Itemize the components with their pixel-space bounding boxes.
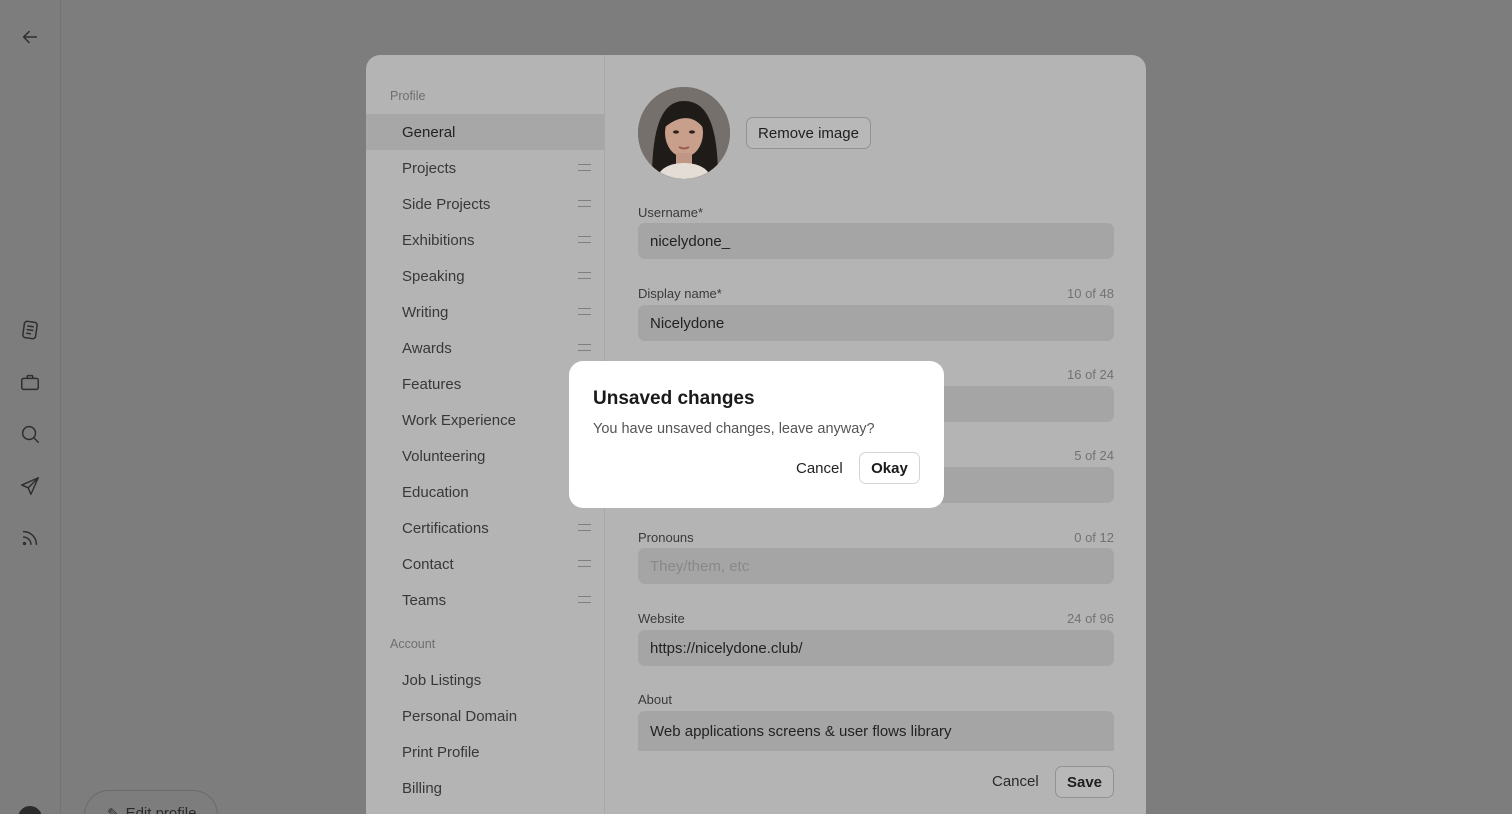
- drag-handle-icon[interactable]: [578, 308, 591, 315]
- dialog-okay-button[interactable]: Okay: [859, 452, 920, 484]
- sidebar-item-side-projects[interactable]: Side Projects: [366, 186, 605, 222]
- edit-profile-button[interactable]: ✎ Edit profile: [84, 790, 218, 814]
- website-label: Website: [638, 611, 685, 626]
- display-name-count: 10 of 48: [1067, 286, 1114, 301]
- sidebar-item-billing[interactable]: Billing: [366, 770, 605, 806]
- search-icon[interactable]: [18, 422, 42, 446]
- dialog-title: Unsaved changes: [593, 388, 755, 409]
- sidebar-item-projects[interactable]: Projects: [366, 150, 605, 186]
- website-input[interactable]: https://nicelydone.club/: [638, 630, 1114, 666]
- drag-handle-icon[interactable]: [578, 236, 591, 243]
- document-icon[interactable]: [18, 318, 42, 342]
- sidebar-item-personal-domain[interactable]: Personal Domain: [366, 698, 605, 734]
- drag-handle-icon[interactable]: [578, 200, 591, 207]
- sidebar-item-exhibitions[interactable]: Exhibitions: [366, 222, 605, 258]
- sidebar-item-teams[interactable]: Teams: [366, 582, 605, 618]
- drag-handle-icon[interactable]: [578, 272, 591, 279]
- cancel-button[interactable]: Cancel: [992, 773, 1039, 790]
- about-label: About: [638, 692, 672, 707]
- briefcase-icon[interactable]: [18, 370, 42, 394]
- sidebar-item-job-listings[interactable]: Job Listings: [366, 662, 605, 698]
- pronouns-count: 0 of 12: [1074, 530, 1114, 545]
- display-name-input[interactable]: Nicelydone: [638, 305, 1114, 341]
- pronouns-input[interactable]: They/them, etc: [638, 548, 1114, 584]
- sidebar-item-certifications[interactable]: Certifications: [366, 510, 605, 546]
- sidebar-item-general[interactable]: General: [366, 114, 605, 150]
- pronouns-label: Pronouns: [638, 530, 694, 545]
- username-input[interactable]: nicelydone_: [638, 223, 1114, 259]
- drag-handle-icon[interactable]: [578, 524, 591, 531]
- sidebar-item-contact[interactable]: Contact: [366, 546, 605, 582]
- sidebar-item-print-profile[interactable]: Print Profile: [366, 734, 605, 770]
- sidebar-item-awards[interactable]: Awards: [366, 330, 605, 366]
- drag-handle-icon[interactable]: [578, 344, 591, 351]
- sidebar-item-speaking[interactable]: Speaking: [366, 258, 605, 294]
- back-arrow-icon[interactable]: [18, 25, 42, 49]
- hidden-field-2-count: 5 of 24: [1074, 448, 1114, 463]
- pencil-icon: ✎: [107, 805, 120, 814]
- username-label: Username*: [638, 205, 704, 220]
- rss-icon[interactable]: [18, 526, 42, 550]
- save-button[interactable]: Save: [1055, 766, 1114, 798]
- profile-photo[interactable]: [638, 87, 730, 179]
- remove-image-button[interactable]: Remove image: [746, 117, 871, 149]
- account-heading: Account: [390, 637, 436, 651]
- dialog-message: You have unsaved changes, leave anyway?: [593, 421, 875, 437]
- icon-rail: [0, 0, 61, 814]
- dialog-cancel-button[interactable]: Cancel: [796, 460, 843, 477]
- drag-handle-icon[interactable]: [578, 560, 591, 567]
- edit-profile-label: Edit profile: [125, 805, 197, 814]
- drag-handle-icon[interactable]: [578, 164, 591, 171]
- display-name-label: Display name*: [638, 286, 722, 301]
- hidden-field-1-count: 16 of 24: [1067, 367, 1114, 382]
- about-textarea[interactable]: Web applications screens & user flows li…: [638, 711, 1114, 751]
- website-count: 24 of 96: [1067, 611, 1114, 626]
- sidebar-item-writing[interactable]: Writing: [366, 294, 605, 330]
- unsaved-changes-dialog: Unsaved changes You have unsaved changes…: [569, 361, 944, 508]
- drag-handle-icon[interactable]: [578, 596, 591, 603]
- send-icon[interactable]: [18, 474, 42, 498]
- profile-heading: Profile: [390, 89, 426, 103]
